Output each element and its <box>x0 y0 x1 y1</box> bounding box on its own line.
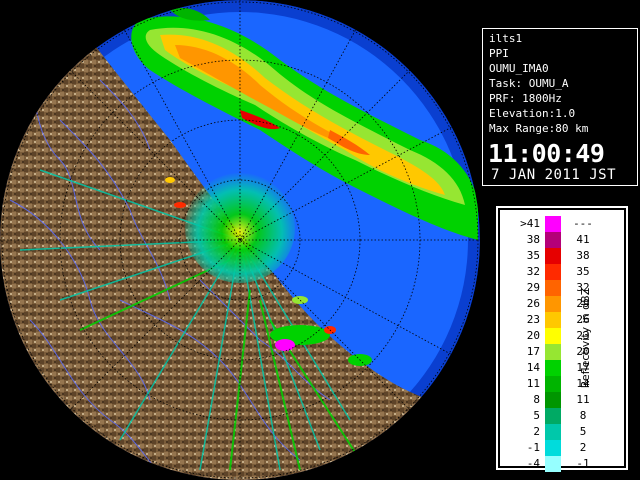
legend-color-swatch <box>545 280 561 296</box>
legend-color-swatch <box>545 296 561 312</box>
legend-lower-bound: >41 <box>520 217 540 230</box>
legend-color-swatch <box>545 408 561 424</box>
legend-color-swatch <box>545 376 561 392</box>
legend-upper-bound: 5 <box>579 425 587 438</box>
legend-lower-bound: 38 <box>526 233 540 246</box>
scan-time: 11:00:49 <box>488 139 605 168</box>
legend-color-swatch <box>545 248 561 264</box>
radar-info-panel: ilts1 PPI OUMU_IMA0 Task: OUMU_A PRF: 18… <box>482 28 638 186</box>
product-name: OUMU_IMA0 <box>489 62 549 75</box>
prf-value: PRF: 1800Hz <box>489 92 562 105</box>
site-name: ilts1 <box>489 32 523 45</box>
legend-upper-bound: 38 <box>576 249 590 262</box>
legend-color-swatch <box>545 392 561 408</box>
legend-unit-label: Reflectivity in dBZ <box>579 287 592 389</box>
legend-upper-bound: 2 <box>579 441 587 454</box>
legend-color-swatch <box>545 456 561 472</box>
legend-row: 25 <box>514 424 602 440</box>
legend-color-swatch <box>545 312 561 328</box>
legend-color-swatch <box>545 424 561 440</box>
legend-lower-bound: -1 <box>526 441 540 454</box>
radar-ppi-map <box>0 0 480 480</box>
legend-lower-bound: 11 <box>526 377 540 390</box>
legend-color-swatch <box>545 344 561 360</box>
legend-row: -4 -1 <box>514 456 602 472</box>
legend-lower-bound: 20 <box>526 329 540 342</box>
legend-color-swatch <box>545 328 561 344</box>
legend-lower-bound: 32 <box>526 265 540 278</box>
legend-upper-bound: -1 <box>576 457 590 470</box>
legend-color-swatch <box>545 360 561 376</box>
legend-row: >41 --- <box>514 216 602 232</box>
legend-lower-bound: 26 <box>526 297 540 310</box>
elevation-value: Elevation:1.0 <box>489 107 576 120</box>
legend-lower-bound: 35 <box>526 249 540 262</box>
max-range-value: Max Range:80 km <box>489 122 589 135</box>
legend-upper-bound: 41 <box>576 233 590 246</box>
task-name: Task: OUMU_A <box>489 77 569 90</box>
scan-mode: PPI <box>489 47 509 60</box>
legend-upper-bound: --- <box>573 217 593 230</box>
legend-color-swatch <box>545 232 561 248</box>
legend-lower-bound: 2 <box>533 425 540 438</box>
legend-row: 35 38 <box>514 248 602 264</box>
legend-lower-bound: 8 <box>533 393 540 406</box>
legend-lower-bound: 29 <box>526 281 540 294</box>
legend-lower-bound: 5 <box>533 409 540 422</box>
legend-color-swatch <box>545 264 561 280</box>
legend-row: 38 41 <box>514 232 602 248</box>
legend-lower-bound: 14 <box>526 361 540 374</box>
reflectivity-legend: >41 --- 38 41 35 38 32 35 29 32 26 29 23 26 20 23 17 20 14… <box>498 208 626 472</box>
scan-date: 7 JAN 2011 JST <box>491 167 617 183</box>
legend-color-swatch <box>545 440 561 456</box>
legend-lower-bound: -4 <box>526 457 540 470</box>
legend-lower-bound: 17 <box>526 345 540 358</box>
legend-lower-bound: 23 <box>526 313 540 326</box>
legend-color-swatch <box>545 216 561 232</box>
legend-row: -1 2 <box>514 440 602 456</box>
